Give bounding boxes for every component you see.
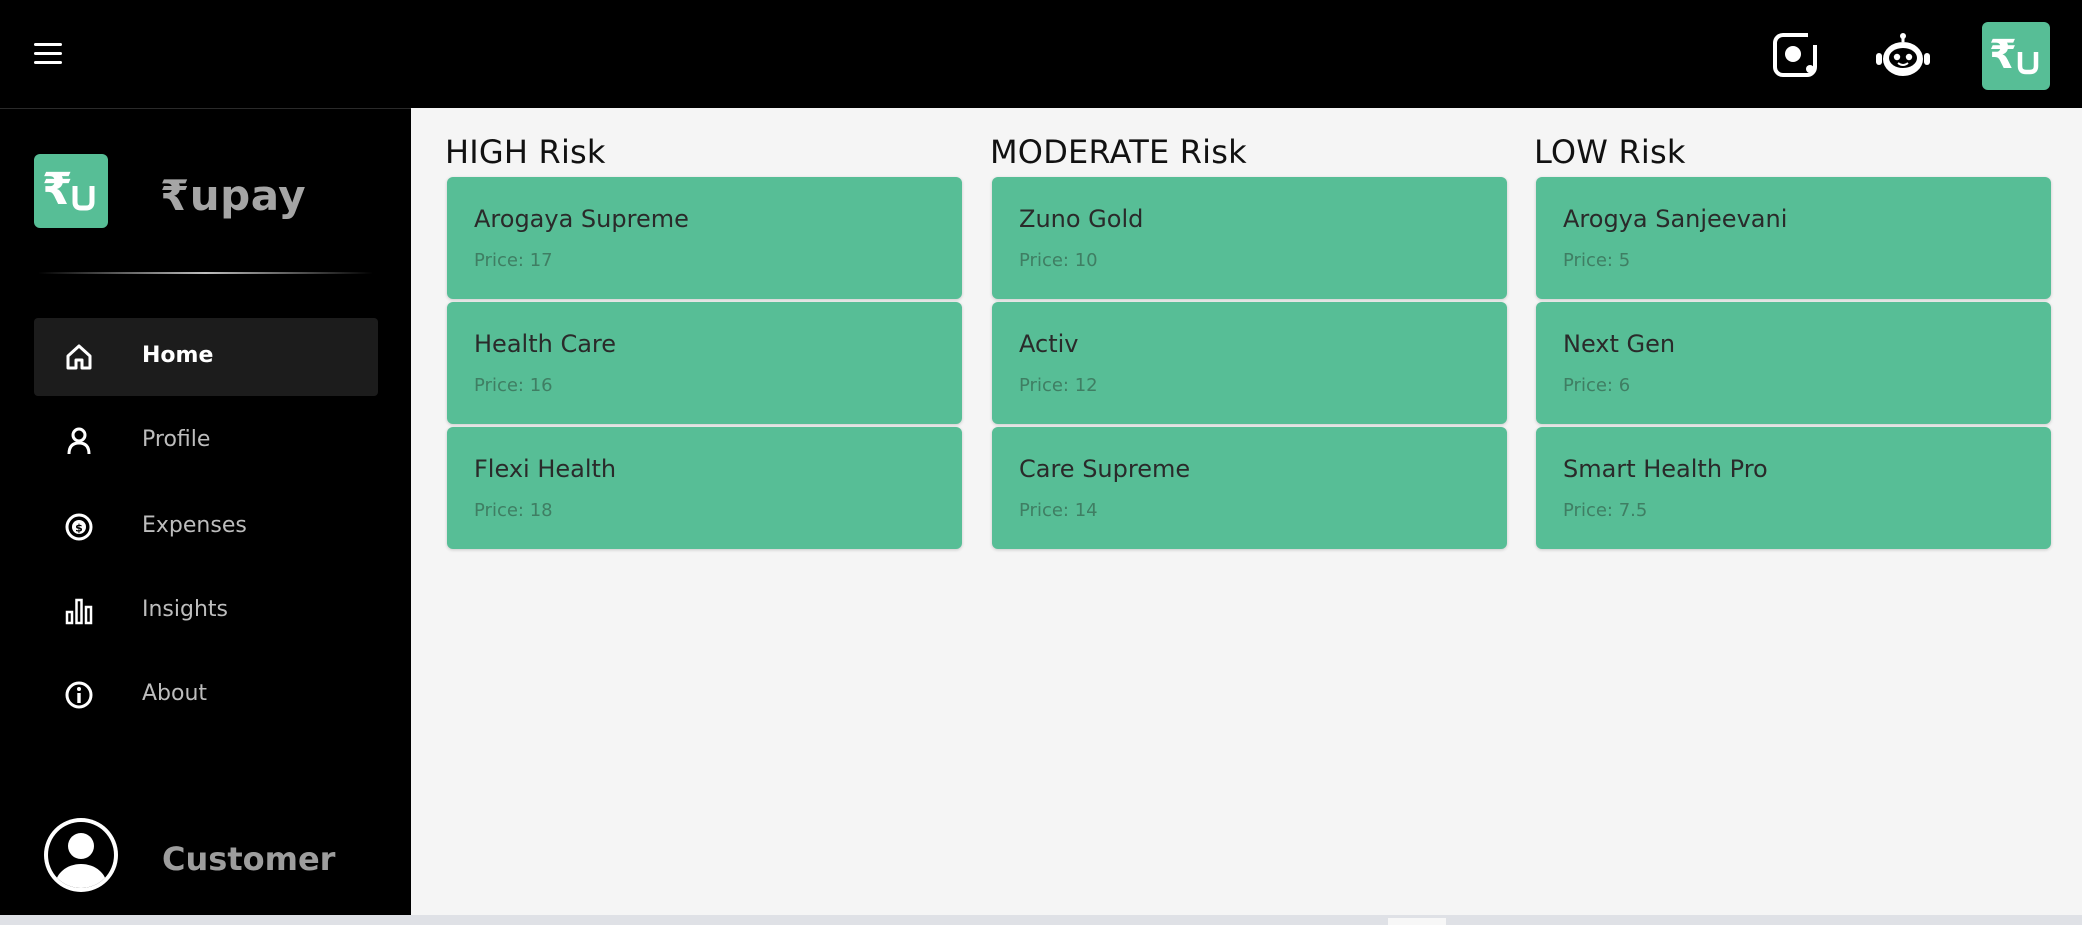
risk-group-title: HIGH Risk bbox=[445, 133, 606, 171]
app-window: ₹ ₹ ₹upay Home Profile $ Expenses Insigh… bbox=[0, 0, 2082, 925]
sidebar-item-label: Insights bbox=[142, 597, 229, 622]
plan-price: Price: 6 bbox=[1563, 375, 1631, 396]
home-icon bbox=[66, 344, 92, 370]
plan-price: Price: 16 bbox=[474, 375, 553, 396]
plan-name: Activ bbox=[1019, 330, 1079, 358]
sidebar: ₹ ₹upay Home Profile $ Expenses Insights… bbox=[0, 108, 411, 915]
avatar[interactable] bbox=[42, 816, 120, 894]
plan-price: Price: 14 bbox=[1019, 500, 1098, 521]
plan-card[interactable]: Activ Price: 12 bbox=[992, 302, 1507, 424]
sidebar-top-divider bbox=[0, 108, 411, 109]
plan-name: Zuno Gold bbox=[1019, 205, 1144, 233]
svg-text:₹: ₹ bbox=[42, 164, 73, 215]
plan-name: Arogya Sanjeevani bbox=[1563, 205, 1788, 233]
plan-name: Health Care bbox=[474, 330, 617, 358]
user-name: Customer bbox=[162, 840, 336, 878]
plan-card[interactable]: Care Supreme Price: 14 bbox=[992, 427, 1507, 549]
sidebar-item-profile[interactable]: Profile bbox=[34, 402, 378, 480]
plan-card[interactable]: Next Gen Price: 6 bbox=[1536, 302, 2051, 424]
plan-card[interactable]: Health Care Price: 16 bbox=[447, 302, 962, 424]
brand-logo-top[interactable]: ₹ bbox=[1982, 22, 2050, 90]
plan-price: Price: 5 bbox=[1563, 250, 1631, 271]
svg-text:₹: ₹ bbox=[1989, 32, 2017, 78]
user-icon bbox=[67, 427, 91, 455]
risk-group-high: HIGH Risk Arogaya Supreme Price: 17 Heal… bbox=[411, 130, 962, 549]
sidebar-item-label: Profile bbox=[142, 427, 211, 452]
plan-price: Price: 7.5 bbox=[1563, 500, 1648, 521]
plan-card[interactable]: Arogaya Supreme Price: 17 bbox=[447, 177, 962, 299]
plan-price: Price: 18 bbox=[474, 500, 553, 521]
bottom-strip bbox=[0, 915, 2082, 925]
sidebar-item-expenses[interactable]: $ Expenses bbox=[34, 488, 378, 566]
dollar-coin-icon: $ bbox=[65, 513, 93, 541]
sidebar-item-insights[interactable]: Insights bbox=[34, 572, 378, 650]
risk-group-moderate: MODERATE Risk Zuno Gold Price: 10 Activ … bbox=[956, 130, 1507, 549]
sidebar-item-label: About bbox=[142, 681, 208, 706]
sidebar-item-about[interactable]: About bbox=[34, 656, 378, 734]
info-icon bbox=[65, 681, 93, 709]
robot-icon[interactable] bbox=[1874, 30, 1930, 82]
sidebar-item-home[interactable]: Home bbox=[34, 318, 378, 396]
risk-group-low: LOW Risk Arogya Sanjeevani Price: 5 Next… bbox=[1500, 130, 2051, 549]
scroll-nub bbox=[1388, 918, 1446, 925]
bar-chart-icon bbox=[65, 598, 93, 625]
plan-name: Flexi Health bbox=[474, 455, 617, 483]
plan-name: Next Gen bbox=[1563, 330, 1676, 358]
risk-group-title: LOW Risk bbox=[1534, 133, 1686, 171]
sidebar-item-label: Home bbox=[142, 343, 214, 368]
brand-name: ₹upay bbox=[160, 171, 307, 220]
brand-divider bbox=[38, 272, 373, 274]
top-bar: ₹ bbox=[0, 0, 2082, 108]
hamburger-icon[interactable] bbox=[34, 41, 62, 67]
screen-capture-icon[interactable] bbox=[1770, 30, 1822, 82]
plan-name: Arogaya Supreme bbox=[474, 205, 689, 233]
plan-card[interactable]: Smart Health Pro Price: 7.5 bbox=[1536, 427, 2051, 549]
sidebar-item-label: Expenses bbox=[142, 513, 247, 538]
svg-text:$: $ bbox=[75, 522, 83, 535]
plan-name: Care Supreme bbox=[1019, 455, 1191, 483]
plan-card[interactable]: Zuno Gold Price: 10 bbox=[992, 177, 1507, 299]
main-content: HIGH Risk Arogaya Supreme Price: 17 Heal… bbox=[411, 108, 2082, 915]
plan-price: Price: 17 bbox=[474, 250, 553, 271]
plan-price: Price: 10 bbox=[1019, 250, 1098, 271]
plan-card[interactable]: Flexi Health Price: 18 bbox=[447, 427, 962, 549]
plan-price: Price: 12 bbox=[1019, 375, 1098, 396]
plan-card[interactable]: Arogya Sanjeevani Price: 5 bbox=[1536, 177, 2051, 299]
plan-name: Smart Health Pro bbox=[1563, 455, 1768, 483]
brand-logo: ₹ bbox=[34, 154, 108, 228]
risk-group-title: MODERATE Risk bbox=[990, 133, 1247, 171]
